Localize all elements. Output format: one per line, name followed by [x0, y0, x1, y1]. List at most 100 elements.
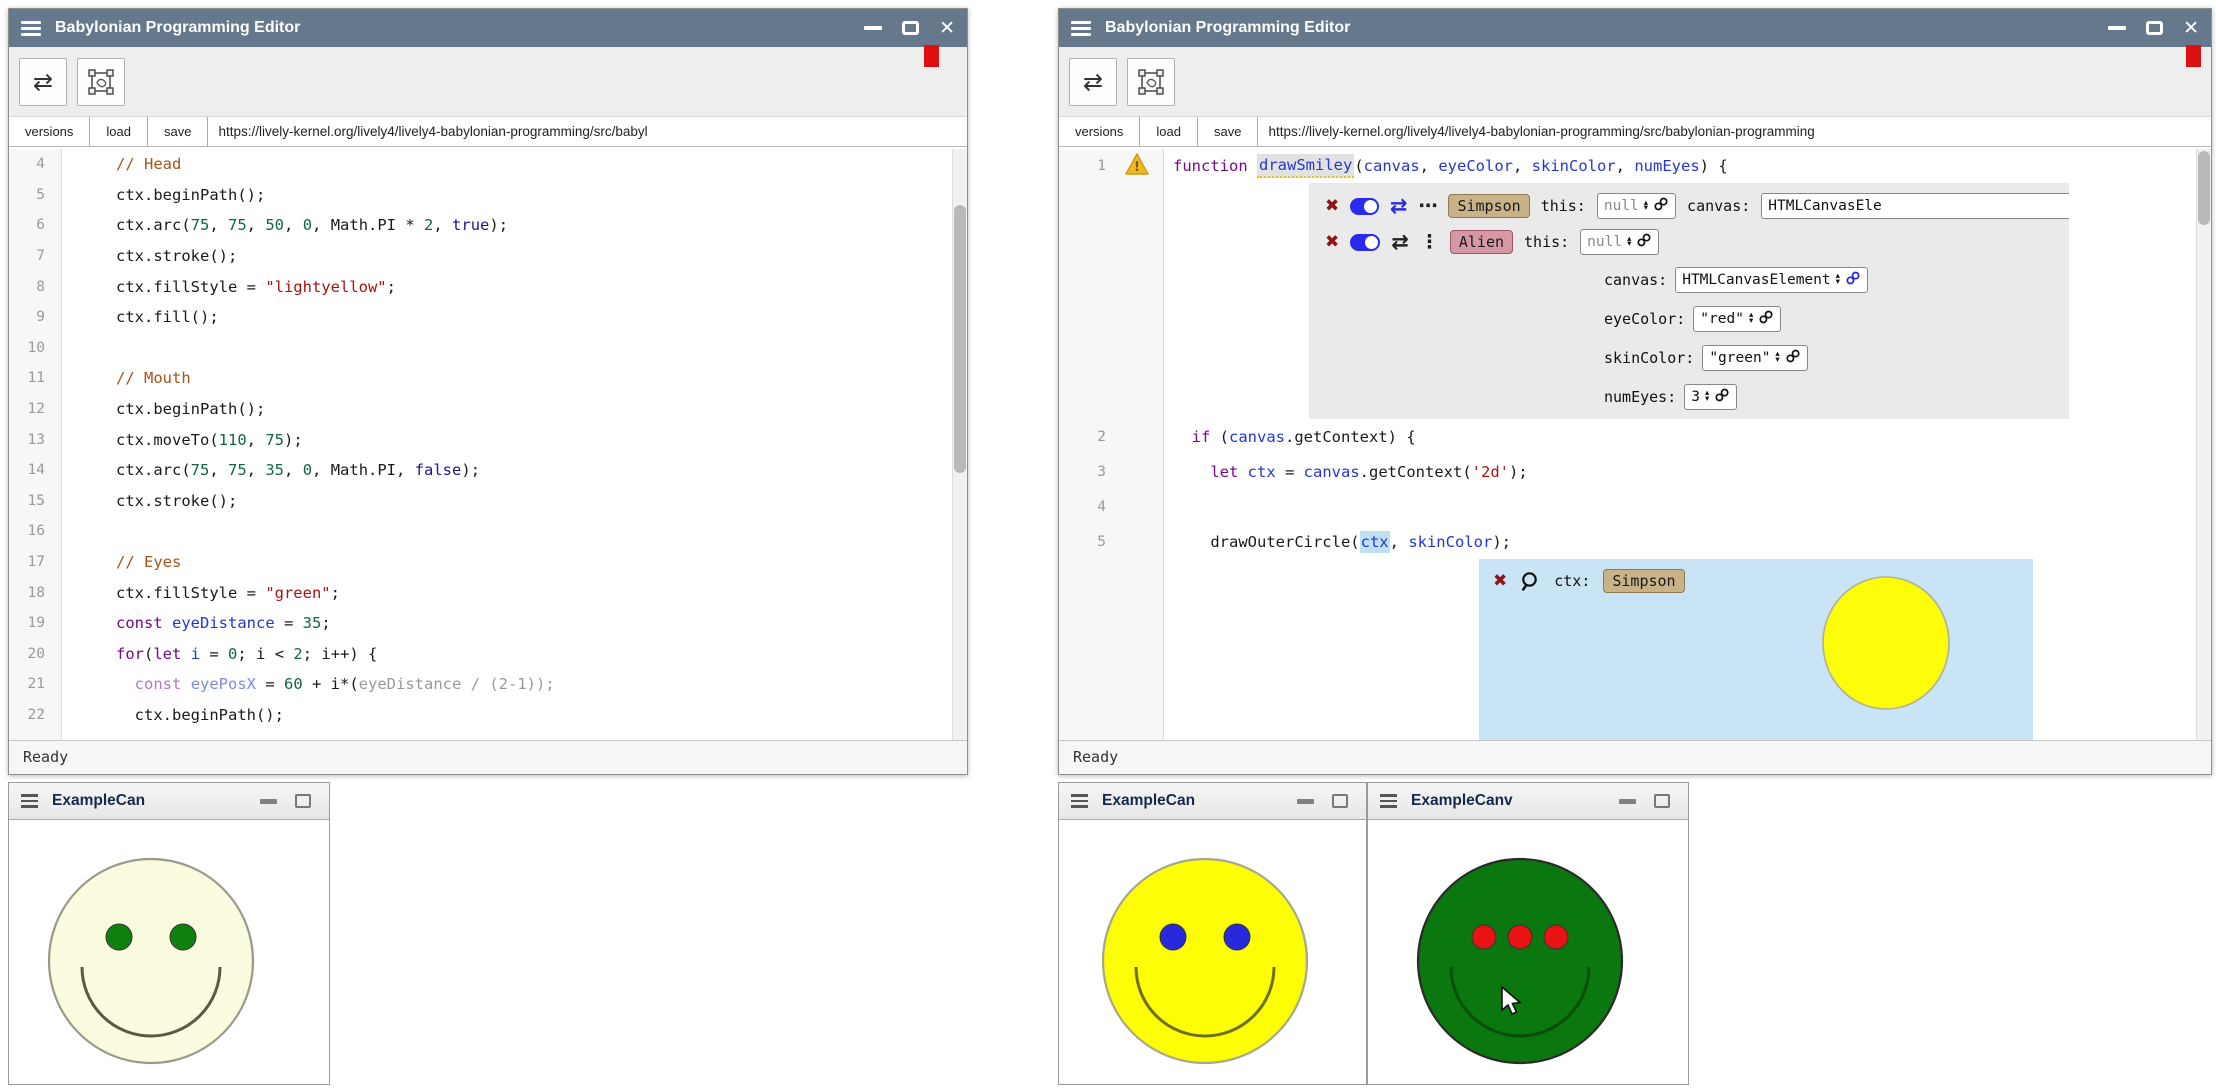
link-chain-icon[interactable]	[1653, 196, 1669, 216]
hamburger-menu-icon[interactable]	[21, 794, 38, 808]
code-token: 75	[228, 216, 247, 234]
parameter-value-box[interactable]: null▴▾	[1580, 229, 1659, 255]
scrollbar-thumb[interactable]	[954, 205, 966, 473]
link-chain-icon[interactable]	[1636, 232, 1652, 252]
value-stepper-icon[interactable]: ▴▾	[1705, 391, 1709, 402]
tab-load[interactable]: load	[90, 117, 148, 146]
minimize-icon[interactable]	[864, 26, 882, 30]
scrollbar[interactable]	[952, 149, 967, 740]
swap-arrows-icon[interactable]: ⇄	[1391, 232, 1409, 253]
more-menu-icon[interactable]: ⋯	[1418, 197, 1437, 216]
url-field[interactable]: https://lively-kernel.org/lively4/lively…	[208, 117, 967, 146]
tab-save[interactable]: save	[1198, 117, 1258, 146]
swap-arrows-icon[interactable]: ⇄	[1390, 196, 1408, 217]
title-bar[interactable]: ExampleCan	[1059, 783, 1366, 820]
tab-load[interactable]: load	[1140, 117, 1198, 146]
code-editor[interactable]: 1!function drawSmiley(canvas, eyeColor, …	[1059, 149, 2211, 740]
hamburger-menu-icon[interactable]	[21, 21, 41, 36]
code-line: 17// Eyes	[9, 547, 967, 578]
link-chain-icon[interactable]	[1758, 309, 1774, 329]
code-token: 0	[228, 645, 237, 663]
parameter-value: "green"	[1709, 350, 1770, 366]
minimize-icon[interactable]	[1619, 799, 1636, 804]
title-bar[interactable]: ExampleCanv	[1368, 783, 1688, 820]
value-stepper-icon[interactable]: ▴▾	[1627, 237, 1631, 248]
code-token: (	[144, 645, 153, 663]
delete-example-icon[interactable]: ✖	[1325, 198, 1339, 215]
example-name-badge[interactable]: Alien	[1450, 230, 1513, 254]
transform-box-button[interactable]	[1127, 58, 1175, 106]
code-token: .getContext) {	[1285, 428, 1416, 446]
code-token: ,	[284, 216, 303, 234]
parameter-value-box[interactable]: "red"▴▾	[1693, 306, 1781, 332]
value-stepper-icon[interactable]: ▴▾	[1749, 313, 1753, 324]
transform-box-button[interactable]	[77, 58, 125, 106]
code-line: 1!function drawSmiley(canvas, eyeColor, …	[1059, 149, 2211, 183]
tab-versions[interactable]: versions	[9, 117, 90, 146]
more-menu-icon[interactable]: ⋮	[1420, 233, 1439, 252]
scrollbar[interactable]	[2196, 149, 2211, 740]
title-bar[interactable]: Babylonian Programming Editor ✕	[9, 9, 967, 47]
code-token: =	[1276, 463, 1304, 481]
toggle-example-icon[interactable]	[1350, 198, 1379, 215]
minimize-icon[interactable]	[260, 799, 277, 804]
code-token	[1248, 157, 1257, 175]
maximize-icon[interactable]	[295, 794, 311, 808]
minimize-icon[interactable]	[1297, 799, 1314, 804]
line-number: 1	[1097, 158, 1106, 174]
value-stepper-icon[interactable]: ▴▾	[1836, 274, 1840, 285]
code-line: 13ctx.moveTo(110, 75);	[9, 424, 967, 455]
code-token: canvas	[1364, 157, 1420, 175]
value-stepper-icon[interactable]: ▴▾	[1775, 352, 1779, 363]
code-line: 9ctx.fill();	[9, 302, 967, 333]
window-title: Babylonian Programming Editor	[55, 19, 864, 37]
scrollbar-thumb[interactable]	[2198, 151, 2210, 225]
hamburger-menu-icon[interactable]	[1071, 21, 1091, 36]
toggle-example-icon[interactable]	[1350, 234, 1380, 251]
code-line: 6ctx.arc(75, 75, 50, 0, Math.PI * 2, tru…	[9, 210, 967, 241]
line-number: 6	[36, 217, 45, 233]
close-icon[interactable]: ✕	[939, 19, 955, 38]
hamburger-menu-icon[interactable]	[1380, 794, 1397, 808]
transform-box-icon	[88, 69, 114, 95]
parameter-value-box[interactable]: HTMLCanvasEle	[1761, 193, 2069, 219]
link-chain-icon[interactable]	[1785, 348, 1801, 368]
maximize-icon[interactable]	[902, 21, 919, 35]
code-editor[interactable]: 4// Head5ctx.beginPath();6ctx.arc(75, 75…	[9, 149, 967, 740]
transform-box-icon	[1138, 69, 1164, 95]
swap-arrows-button[interactable]: ⇄	[19, 58, 67, 106]
code-line: 15ctx.stroke();	[9, 486, 967, 517]
title-bar[interactable]: ExampleCan	[9, 783, 329, 820]
link-chain-icon[interactable]	[1845, 270, 1861, 290]
link-chain-icon[interactable]	[1714, 387, 1730, 407]
code-token: 35	[265, 461, 284, 479]
parameter-value-box[interactable]: HTMLCanvasElement▴▾	[1675, 267, 1868, 293]
code-line: 21 const eyePosX = 60 + i*(eyeDistance /…	[9, 669, 967, 700]
code-token: );	[1492, 533, 1511, 551]
minimize-icon[interactable]	[2108, 26, 2126, 30]
svg-text:!: !	[1134, 160, 1140, 175]
maximize-icon[interactable]	[1654, 794, 1670, 808]
maximize-icon[interactable]	[2146, 21, 2163, 35]
parameter-value-box[interactable]: "green" ▴▾	[1702, 345, 1807, 371]
tab-versions[interactable]: versions	[1059, 117, 1140, 146]
value-stepper-icon[interactable]: ▴▾	[1644, 201, 1648, 212]
code-token: ,	[1616, 157, 1635, 175]
url-field[interactable]: https://lively-kernel.org/lively4/lively…	[1258, 117, 2211, 146]
code-token: ctx.fill();	[116, 308, 219, 326]
example-row: ✖⇄⋮Alienthis:null▴▾	[1309, 224, 2069, 260]
parameter-value-box[interactable]: null▴▾	[1597, 193, 1676, 219]
title-bar[interactable]: Babylonian Programming Editor ✕	[1059, 9, 2211, 47]
maximize-icon[interactable]	[1332, 794, 1348, 808]
tab-save[interactable]: save	[148, 117, 208, 146]
swap-arrows-button[interactable]: ⇄	[1069, 58, 1117, 106]
hamburger-menu-icon[interactable]	[1071, 794, 1088, 808]
line-number: 2	[1097, 429, 1106, 445]
close-icon[interactable]: ✕	[2183, 19, 2199, 38]
canvas-area	[1368, 820, 1688, 1084]
tab-bar: versions load save https://lively-kernel…	[9, 117, 967, 147]
example-name-badge[interactable]: Simpson	[1448, 194, 1529, 218]
delete-example-icon[interactable]: ✖	[1325, 234, 1339, 251]
parameter-value-box[interactable]: 3▴▾	[1684, 384, 1737, 410]
code-token: for	[116, 645, 144, 663]
